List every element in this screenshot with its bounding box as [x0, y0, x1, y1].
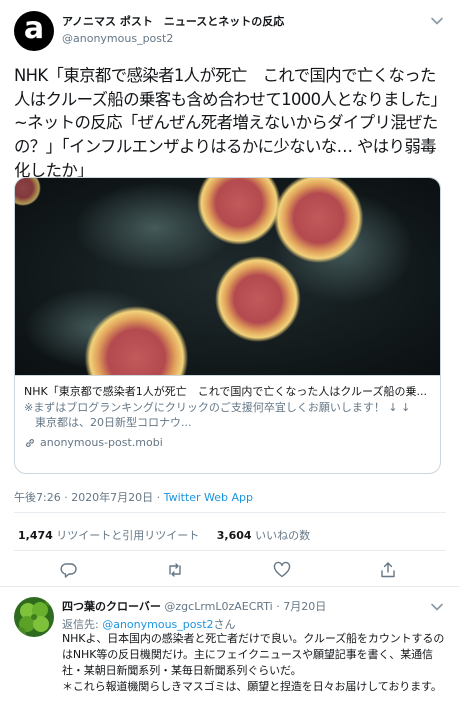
anonymous-logo-icon: a — [23, 11, 45, 46]
link-icon — [26, 438, 34, 447]
divider — [14, 550, 446, 551]
main-tweet: a アノニマス ポスト ニュースとネットの反応 @anonymous_post2… — [0, 0, 460, 587]
reply-tweet[interactable]: 四つ葉のクローバー @zgcLrmL0zAECRTi · 7月20日 返信先: … — [0, 588, 460, 711]
reply-date[interactable]: · 7月20日 — [276, 600, 326, 613]
link-card[interactable]: NHK「東京都で感染者1人が死亡 これで国内で亡くなった人はクルーズ船の乗...… — [14, 177, 441, 474]
card-title: NHK「東京都で感染者1人が死亡 これで国内で亡くなった人はクルーズ船の乗... — [24, 385, 427, 398]
timestamp: 午後7:26 · 2020年7月20日 · Twitter Web App — [14, 489, 253, 505]
like-label[interactable]: いいねの数 — [255, 529, 310, 542]
card-description: ※まずはブログランキングにクリックのご支援何卒宜しくお願いします！ ↓ ↓ 東京… — [24, 401, 411, 429]
tweet-stats: 1,474 リツイートと引用リツイート 3,604 いいねの数 — [18, 527, 310, 543]
card-image — [15, 178, 440, 375]
reply-to-prefix: 返信先: — [62, 618, 103, 631]
card-domain-text: anonymous-post.mobi — [40, 436, 163, 449]
chevron-down-icon[interactable] — [430, 600, 444, 614]
retweet-count[interactable]: 1,474 — [18, 529, 53, 542]
reply-author-name[interactable]: 四つ葉のクローバー — [62, 600, 161, 613]
reply-to-mention[interactable]: @anonymous_post2 — [102, 618, 213, 631]
card-meta: NHK「東京都で感染者1人が死亡 これで国内で亡くなった人はクルーズ船の乗...… — [15, 375, 440, 473]
share-icon[interactable] — [379, 561, 397, 579]
reply-text: NHKよ、日本国内の感染者と死亡者だけで良い。クルーズ船をカウントするのはNHK… — [62, 632, 445, 693]
reply-header: 四つ葉のクローバー @zgcLrmL0zAECRTi · 7月20日 — [62, 598, 326, 614]
tweet-text: NHK「東京都で感染者1人が死亡 これで国内で亡くなった人はクルーズ船の乗客も含… — [14, 66, 439, 180]
card-domain: anonymous-post.mobi — [24, 435, 431, 450]
reply-to: 返信先: @anonymous_post2さん — [62, 616, 236, 632]
action-bar — [0, 561, 460, 581]
timestamp-text[interactable]: 午後7:26 · 2020年7月20日 · — [14, 491, 164, 504]
heart-icon[interactable] — [273, 561, 291, 579]
avatar[interactable]: a — [14, 11, 54, 51]
reply-icon[interactable] — [60, 561, 78, 579]
clover-avatar[interactable] — [14, 597, 54, 637]
reply-author-handle[interactable]: @zgcLrmL0zAECRTi — [164, 600, 272, 613]
chevron-down-icon[interactable] — [430, 14, 444, 28]
retweet-label[interactable]: リツイートと引用リツイート — [56, 529, 199, 542]
like-count[interactable]: 3,604 — [217, 529, 252, 542]
divider — [14, 512, 446, 513]
author-name[interactable]: アノニマス ポスト ニュースとネットの反応 — [62, 13, 284, 29]
source-link[interactable]: Twitter Web App — [164, 491, 253, 504]
author-handle[interactable]: @anonymous_post2 — [62, 32, 173, 45]
retweet-icon[interactable] — [166, 561, 184, 579]
reply-to-suffix: さん — [213, 618, 236, 631]
